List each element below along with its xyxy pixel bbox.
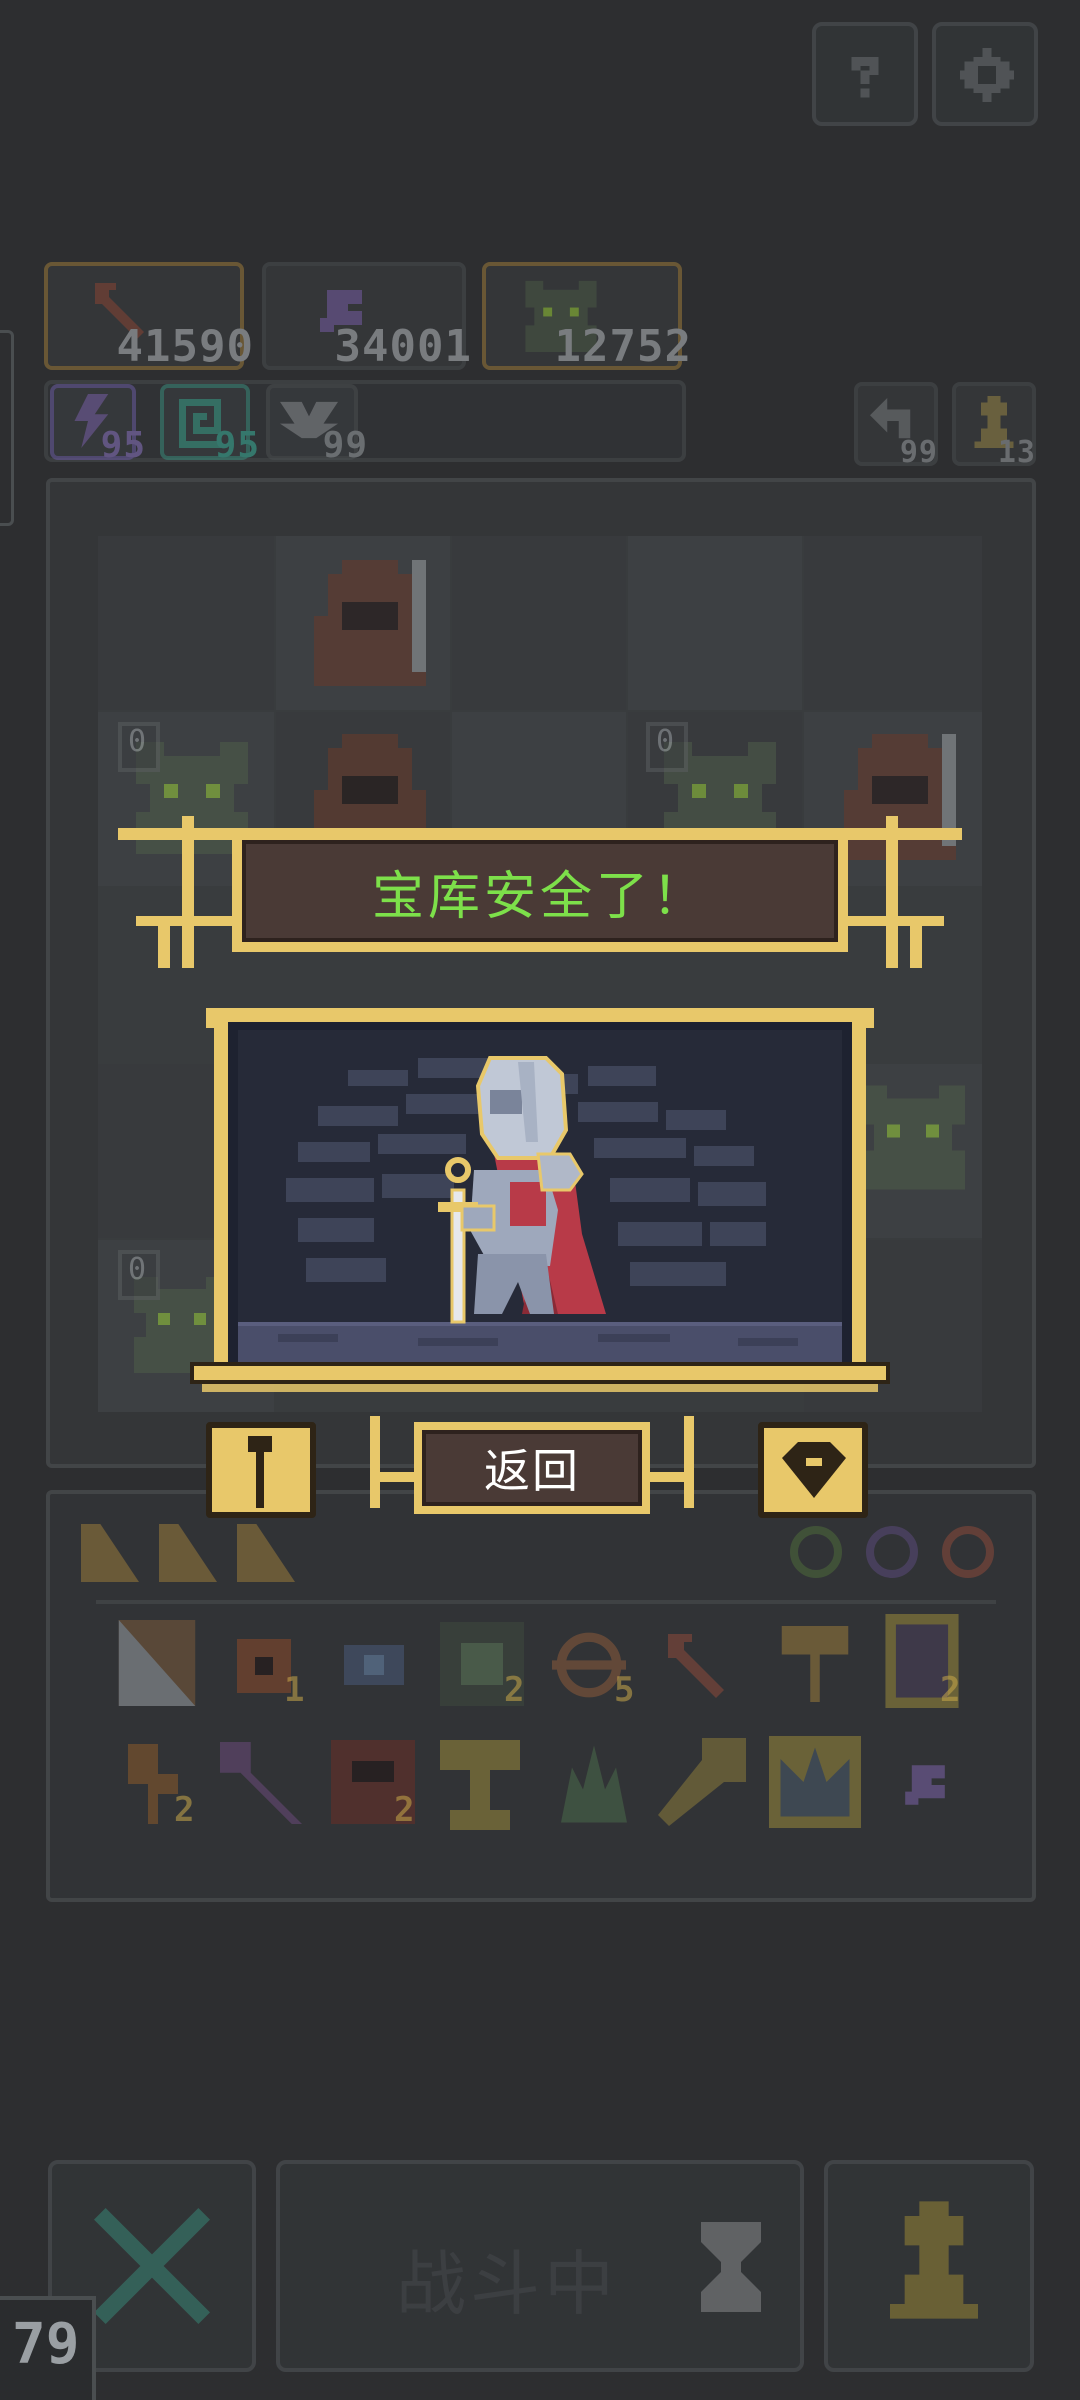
resource-goblin: 12752 [482, 262, 691, 372]
buff-lightning: 95 [50, 384, 145, 466]
back-post-left [370, 1416, 380, 1508]
banner-post-left [182, 816, 194, 968]
scene-base [190, 1362, 890, 1384]
heart-icon [782, 1440, 846, 1500]
banner-post-right [886, 816, 898, 968]
keyhole-icon [248, 1436, 272, 1508]
item-count: 2 [174, 1790, 196, 1830]
counter-value: 13 [997, 435, 1036, 470]
feather-icon[interactable] [892, 1750, 958, 1820]
settings-button[interactable] [932, 22, 1038, 126]
back-label: 返回 [484, 1444, 580, 1498]
item-count: 1 [284, 1670, 306, 1710]
level-value: 79 [12, 2312, 80, 2377]
pawn-counter[interactable]: 13 [952, 382, 1036, 470]
crown-icon[interactable] [768, 1736, 862, 1828]
resource-value: 12752 [554, 321, 692, 372]
scene-frame [214, 1008, 866, 1384]
x-icon [94, 2208, 210, 2324]
resource-feather: 34001 [262, 262, 471, 372]
key-icon[interactable] [780, 1626, 850, 1702]
level-indicator: 79 [0, 2296, 96, 2400]
pawn-button[interactable] [824, 2160, 1034, 2372]
arrow-icon[interactable] [660, 1626, 740, 1706]
buff-value: 99 [322, 425, 368, 466]
banner-post-left-outer [158, 924, 170, 968]
item-count: 2 [394, 1790, 416, 1830]
slime-icon[interactable] [334, 1634, 414, 1696]
staff-icon[interactable] [656, 1738, 748, 1826]
scene-base-lower [202, 1384, 878, 1392]
buff-value: 95 [100, 425, 146, 466]
back-post-right [684, 1416, 694, 1508]
chalice-icon[interactable] [440, 1740, 520, 1830]
knight-scene [238, 1056, 842, 1362]
scene [238, 1030, 842, 1362]
buff-value: 95 [214, 425, 260, 466]
pawn-icon [890, 2200, 978, 2320]
back-button[interactable]: 返回 [414, 1422, 650, 1514]
counter-value: 99 [899, 435, 938, 470]
resource-arrow: 41590 [44, 262, 253, 372]
heart-button[interactable] [758, 1422, 868, 1518]
question-icon [840, 48, 890, 102]
spear-icon[interactable] [220, 1742, 302, 1824]
vault-safe-dialog: 宝库安全了！ 返回 [110, 812, 970, 1542]
item-count: 2 [940, 1670, 962, 1710]
grid-badge: 0 [646, 722, 688, 772]
dialog-title: 宝库安全了！ [371, 866, 708, 927]
help-button[interactable] [812, 22, 918, 126]
title-plaque: 宝库安全了！ [232, 830, 848, 952]
banner-icon[interactable] [118, 1620, 196, 1706]
hourglass-icon [700, 2222, 762, 2312]
buff-spiral: 95 [160, 384, 259, 466]
side-tab[interactable] [0, 330, 14, 526]
buff-wings: 99 [266, 384, 367, 466]
gear-icon [960, 48, 1014, 102]
resource-value: 34001 [334, 321, 472, 372]
battle-status-label: 战斗中 [396, 2243, 618, 2325]
grid-badge: 0 [118, 722, 160, 772]
crystal-icon[interactable] [550, 1744, 638, 1824]
left-post-button[interactable] [206, 1422, 316, 1518]
item-count: 5 [614, 1670, 636, 1710]
banner-post-right-outer [910, 924, 922, 968]
battle-status-button[interactable]: 战斗中 [276, 2160, 804, 2372]
undo-button[interactable]: 99 [854, 382, 938, 470]
item-count: 2 [504, 1670, 526, 1710]
resource-value: 41590 [116, 321, 254, 372]
hooded-enemy-icon [300, 558, 440, 688]
